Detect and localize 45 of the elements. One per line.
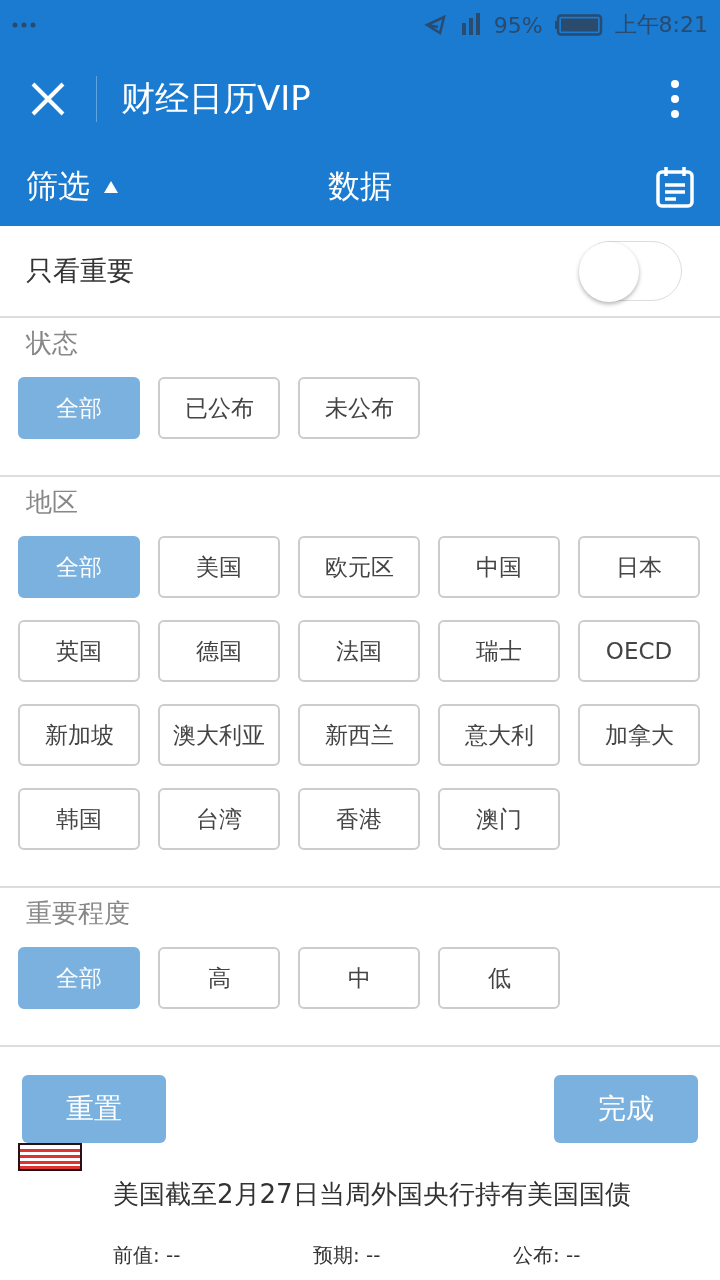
event-field: 前值: -- <box>113 1242 313 1269</box>
filter-chip[interactable]: 澳大利亚 <box>158 704 280 766</box>
toggle-label: 只看重要 <box>26 254 135 288</box>
filter-chip[interactable]: 加拿大 <box>578 704 700 766</box>
flag-icon <box>18 1143 82 1171</box>
filter-chip[interactable]: 澳门 <box>438 788 560 850</box>
important-toggle[interactable] <box>580 241 682 301</box>
filter-chip[interactable]: 韩国 <box>18 788 140 850</box>
filter-chip[interactable]: 高 <box>158 947 280 1009</box>
filter-chip[interactable]: 日本 <box>578 536 700 598</box>
event-field: 预期: -- <box>313 1242 513 1269</box>
tab-title: 数据 <box>328 166 392 207</box>
filter-chip[interactable]: 瑞士 <box>438 620 560 682</box>
filter-chip[interactable]: 欧元区 <box>298 536 420 598</box>
more-icon <box>12 22 36 28</box>
caret-icon <box>104 181 118 193</box>
menu-button[interactable] <box>670 79 680 119</box>
calendar-button[interactable] <box>656 166 694 208</box>
filter-chip[interactable]: 低 <box>438 947 560 1009</box>
close-button[interactable] <box>30 81 66 117</box>
filter-chip[interactable]: 新西兰 <box>298 704 420 766</box>
section-title: 重要程度 <box>25 897 131 930</box>
battery-percent: 95% <box>493 12 543 38</box>
section-title: 地区 <box>25 486 79 519</box>
event-field: 公布: -- <box>513 1242 713 1269</box>
clock: 上午8:21 <box>614 11 708 39</box>
event-title: 美国截至2月27日当周外国央行持有美国国债 <box>112 1178 632 1211</box>
filter-chip[interactable]: 意大利 <box>438 704 560 766</box>
filter-chip[interactable]: 已公布 <box>158 377 280 439</box>
battery-icon <box>554 14 603 36</box>
filter-chip[interactable]: 香港 <box>298 788 420 850</box>
filter-chip[interactable]: 新加坡 <box>18 704 140 766</box>
filter-chip[interactable]: 中 <box>298 947 420 1009</box>
filter-chip[interactable]: 英国 <box>18 620 140 682</box>
filter-chip[interactable]: 美国 <box>158 536 280 598</box>
filter-chip[interactable]: 台湾 <box>158 788 280 850</box>
filter-chip[interactable]: 中国 <box>438 536 560 598</box>
filter-button[interactable]: 筛选 <box>26 165 118 209</box>
filter-chip[interactable]: 法国 <box>298 620 420 682</box>
section-title: 状态 <box>24 327 79 360</box>
filter-chip[interactable]: 德国 <box>158 620 280 682</box>
filter-chip[interactable]: OECD <box>578 620 700 682</box>
filter-chip[interactable]: 未公布 <box>298 377 420 439</box>
signal-icon <box>459 13 482 37</box>
window-title: 财经日历VIP <box>121 77 311 120</box>
